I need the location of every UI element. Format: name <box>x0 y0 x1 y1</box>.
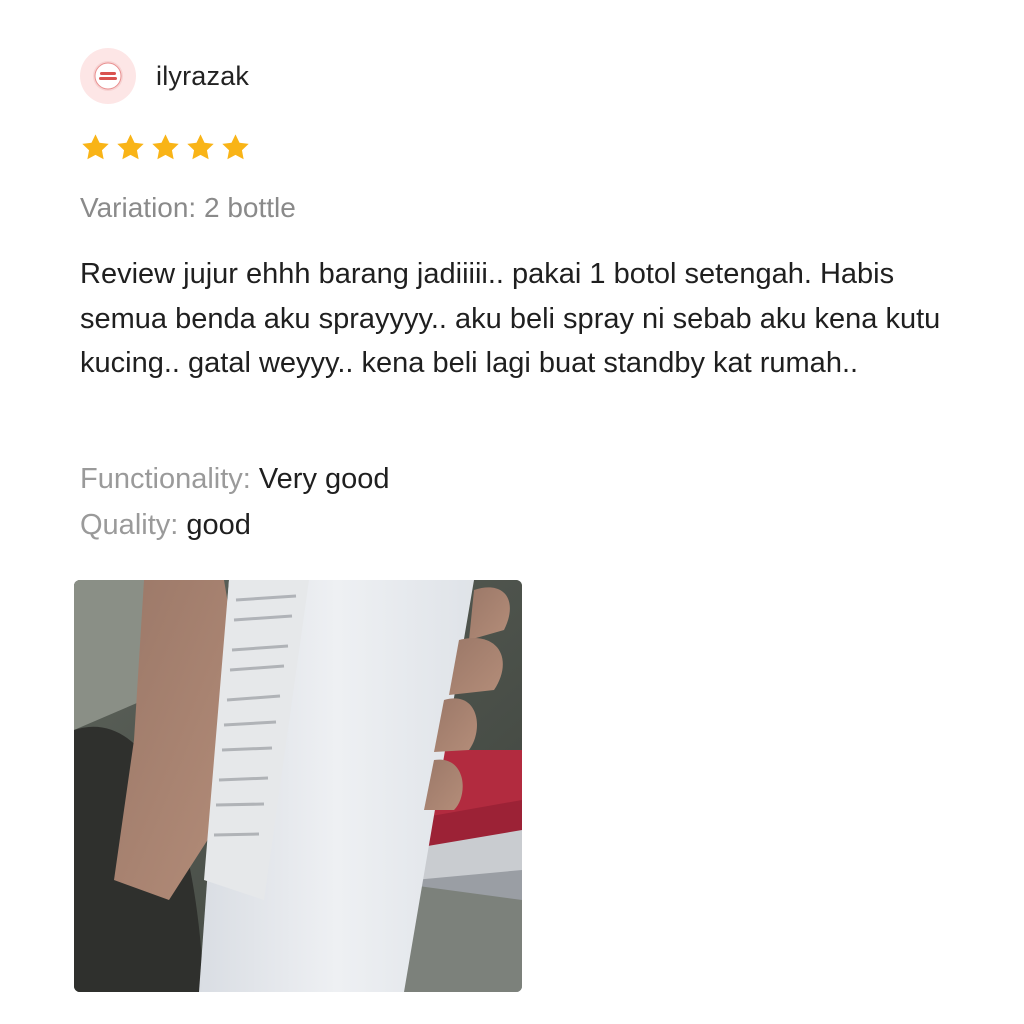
profile-avatar-icon <box>93 61 123 91</box>
attribute-quality: Quality: good <box>80 509 251 542</box>
star-icon <box>117 134 144 160</box>
star-icon <box>152 134 179 160</box>
star-rating <box>80 132 251 163</box>
avatar[interactable] <box>80 48 136 104</box>
review-header: ilyrazak <box>80 48 249 104</box>
star-icon <box>222 134 249 160</box>
review-photo-bottle-in-hand <box>74 580 522 992</box>
review-card: ilyrazak Variation: 2 bottle Review juju… <box>0 0 1024 1024</box>
attribute-label: Quality: <box>80 509 179 541</box>
username[interactable]: ilyrazak <box>156 61 249 92</box>
star-icon <box>82 134 109 160</box>
review-text: Review jujur ehhh barang jadiiiii.. paka… <box>80 258 941 379</box>
review-photo[interactable] <box>74 580 522 992</box>
attribute-label: Functionality: <box>80 463 251 495</box>
attribute-value: Very good <box>258 463 390 495</box>
attribute-functionality: Functionality: Very good <box>80 463 390 496</box>
star-icon <box>187 134 214 160</box>
variation-label: Variation: 2 bottle <box>80 192 296 223</box>
attribute-value: good <box>186 509 251 541</box>
